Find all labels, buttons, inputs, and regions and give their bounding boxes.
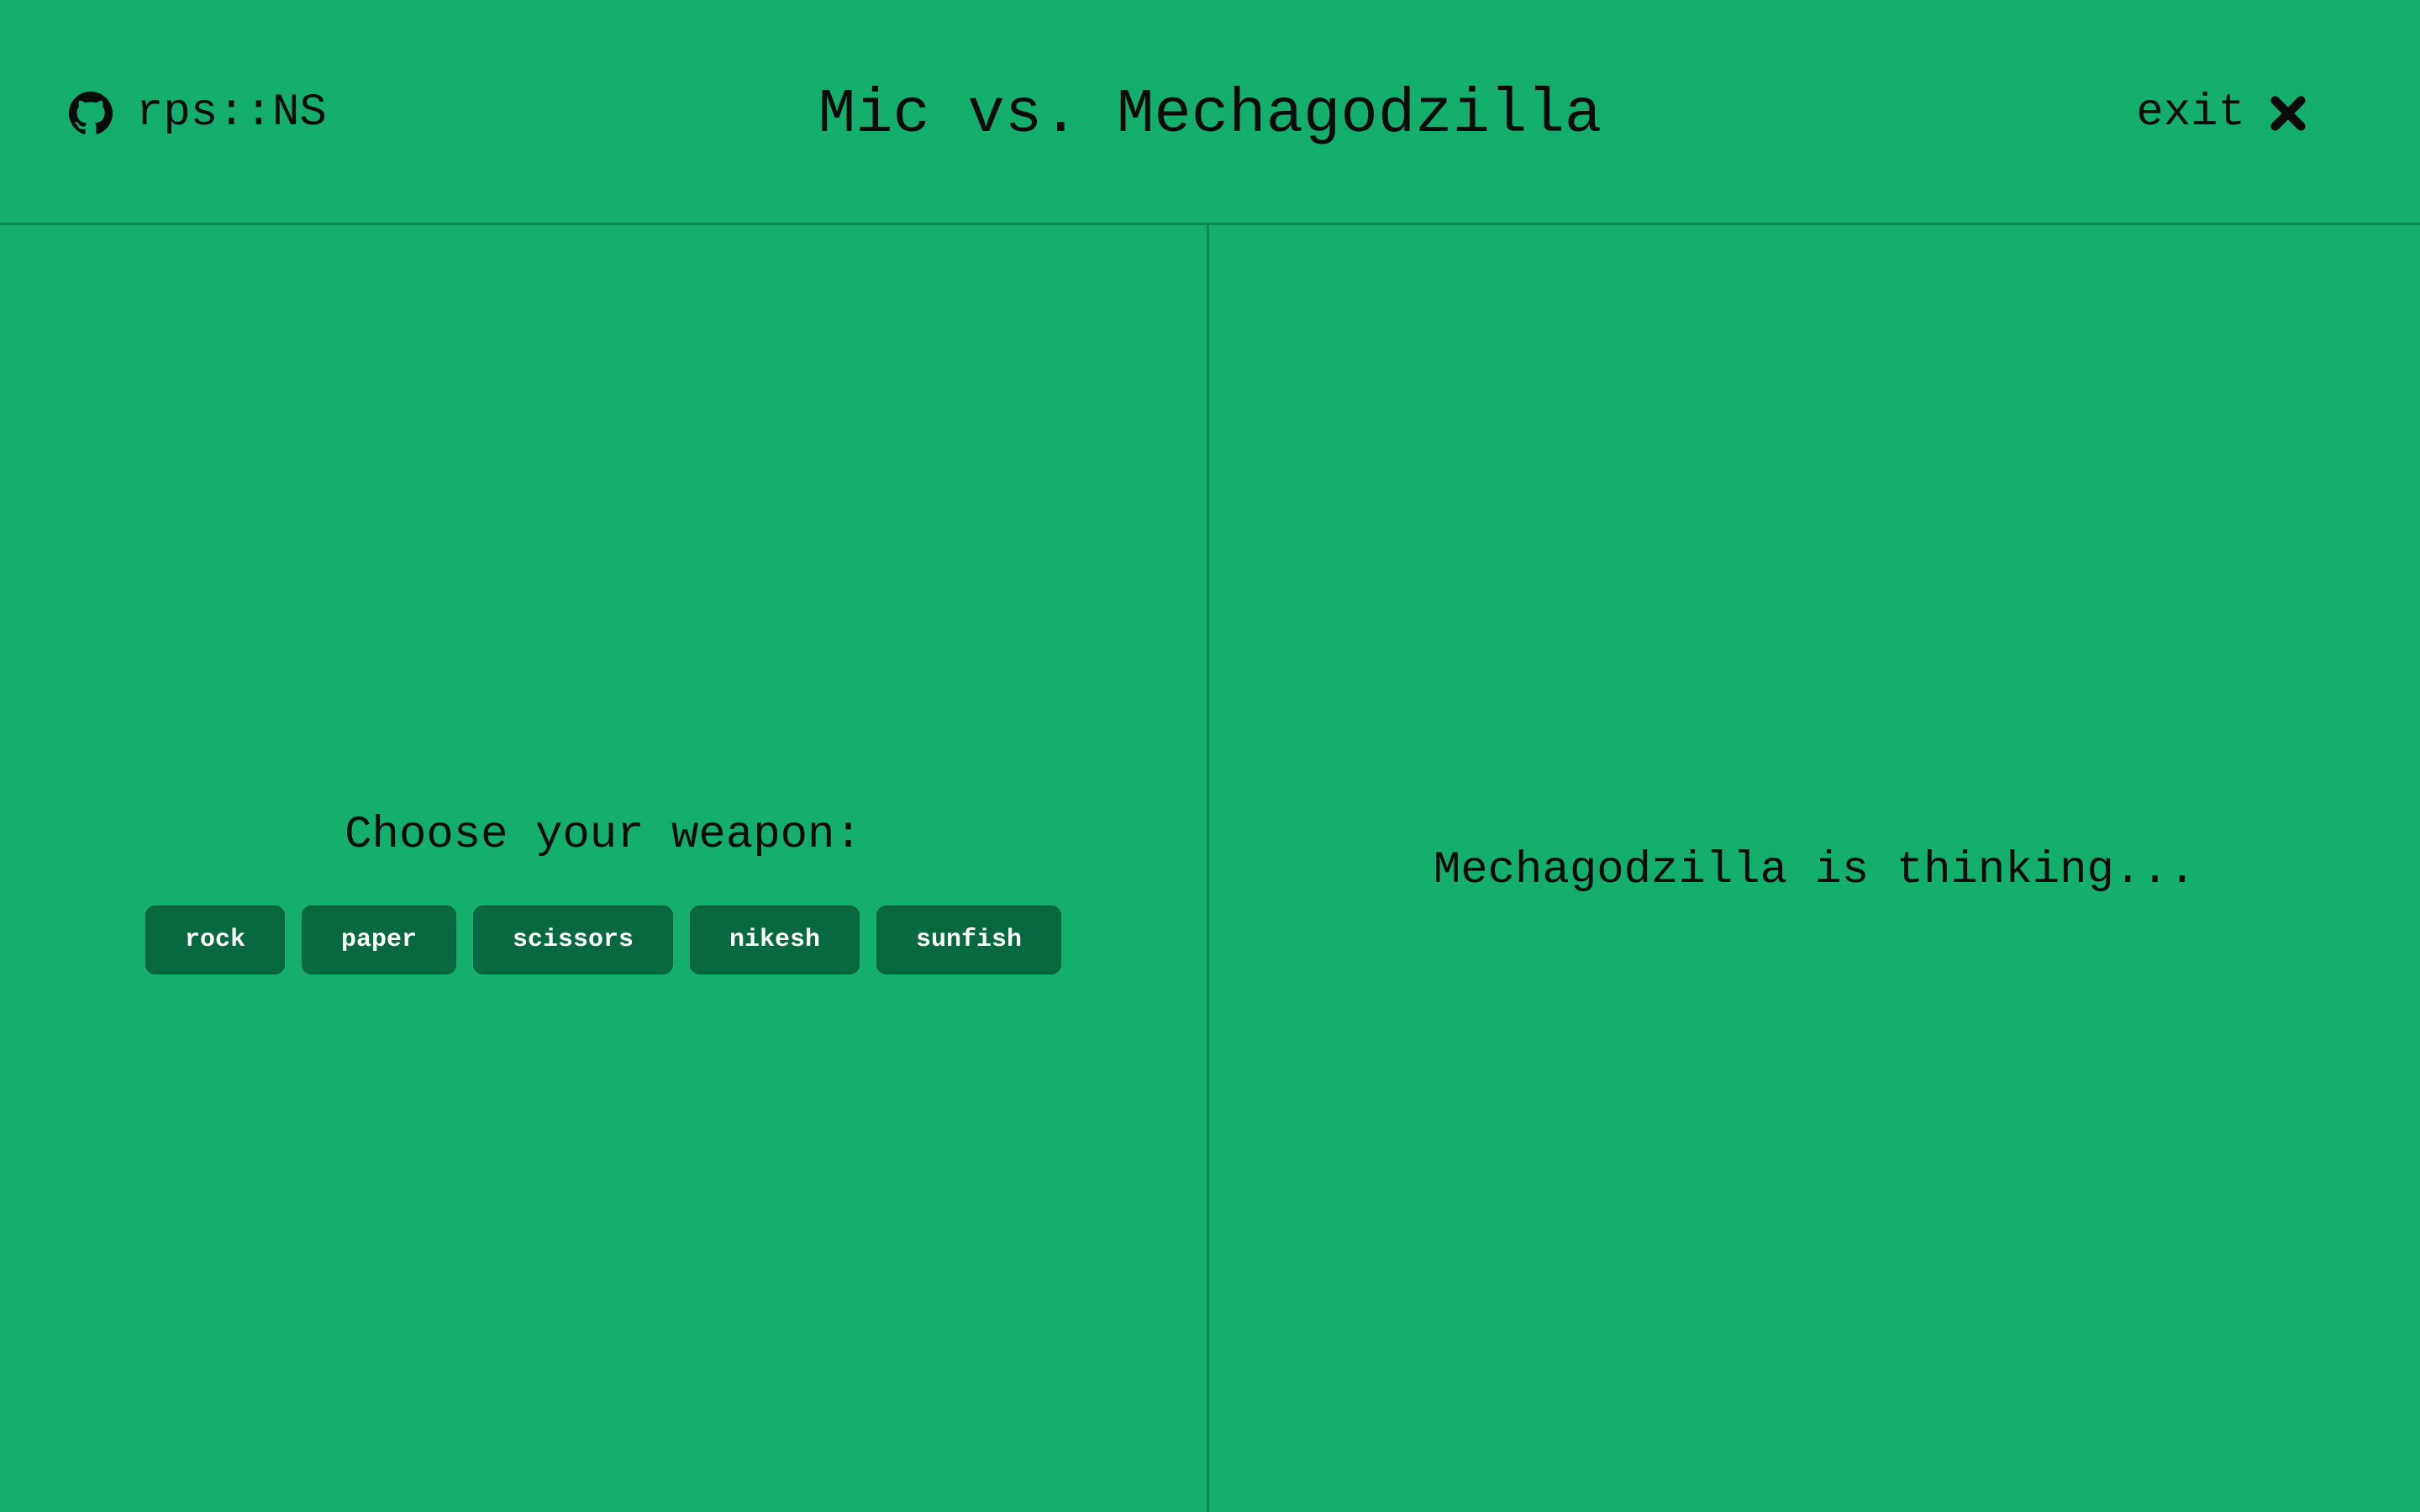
weapon-button-rock[interactable]: rock bbox=[145, 906, 285, 974]
weapon-button-sunfish[interactable]: sunfish bbox=[876, 906, 1062, 974]
opponent-panel: Mechagodzilla is thinking... bbox=[1209, 225, 2420, 1512]
weapon-prompt: Choose your weapon: bbox=[345, 810, 862, 861]
opponent-status: Mechagodzilla is thinking... bbox=[1433, 845, 2196, 896]
weapon-button-scissors[interactable]: scissors bbox=[472, 906, 673, 974]
player-panel: Choose your weapon: rock paper scissors … bbox=[0, 225, 1207, 1512]
match-title: Mic vs. Mechagodzilla bbox=[818, 80, 1602, 150]
weapon-button-nikesh[interactable]: nikesh bbox=[690, 906, 860, 974]
weapon-button-paper[interactable]: paper bbox=[301, 906, 456, 974]
close-icon bbox=[2270, 96, 2306, 131]
top-bar: rps::NS Mic vs. Mechagodzilla exit bbox=[0, 0, 2420, 225]
weapon-button-group: rock paper scissors nikesh sunfish bbox=[0, 906, 1207, 974]
exit-button[interactable]: exit bbox=[2136, 84, 2307, 143]
exit-label: exit bbox=[2136, 87, 2245, 139]
